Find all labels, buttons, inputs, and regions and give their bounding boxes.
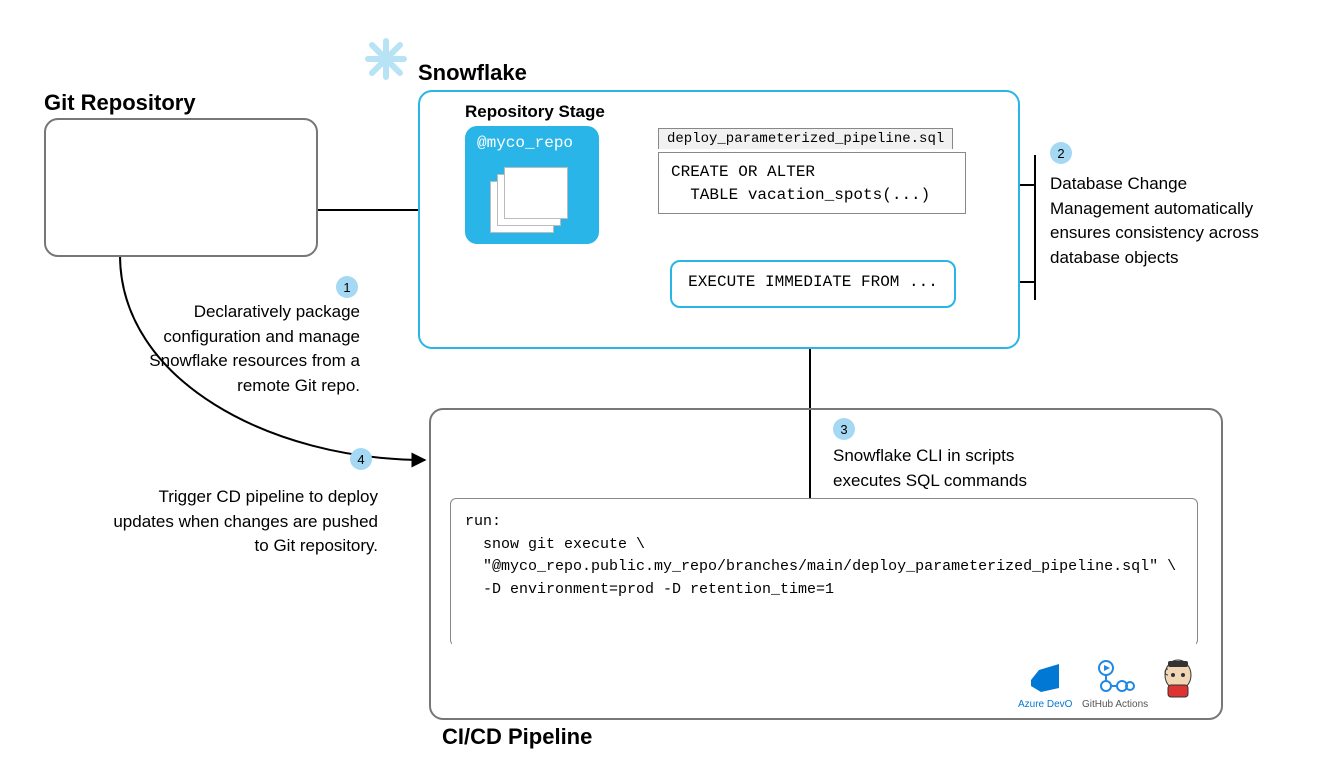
annotation-2: Database Change Management automatically… — [1050, 172, 1280, 271]
badge-1: 1 — [336, 276, 358, 298]
execute-immediate-box: EXECUTE IMMEDIATE FROM ... — [670, 260, 956, 308]
github-actions-icon: GitHub Actions — [1082, 658, 1148, 710]
cicd-title: CI/CD Pipeline — [442, 724, 592, 750]
git-repo-box — [44, 118, 318, 257]
badge-2: 2 — [1050, 142, 1072, 164]
script-wave-mask — [452, 630, 1196, 648]
stage-card-icon — [504, 167, 568, 219]
snowflake-icon — [362, 35, 410, 83]
git-repo-title: Git Repository — [44, 90, 196, 116]
repo-stage-title: Repository Stage — [465, 102, 605, 122]
sql-file-tab: deploy_parameterized_pipeline.sql — [658, 128, 953, 149]
azure-devops-icon: Azure DevO — [1018, 660, 1072, 710]
badge-4: 4 — [350, 448, 372, 470]
cli-script: run: snow git execute \ "@myco_repo.publ… — [450, 498, 1198, 646]
annotation-4: Trigger CD pipeline to deploy updates wh… — [108, 485, 378, 559]
annotation-1: Declaratively package configuration and … — [125, 300, 360, 399]
repo-stage-card: @myco_repo — [465, 126, 599, 244]
repo-stage-name: @myco_repo — [477, 134, 573, 152]
jenkins-icon — [1158, 655, 1198, 706]
sql-file-content: CREATE OR ALTER TABLE vacation_spots(...… — [658, 152, 966, 214]
snowflake-title: Snowflake — [418, 60, 527, 86]
